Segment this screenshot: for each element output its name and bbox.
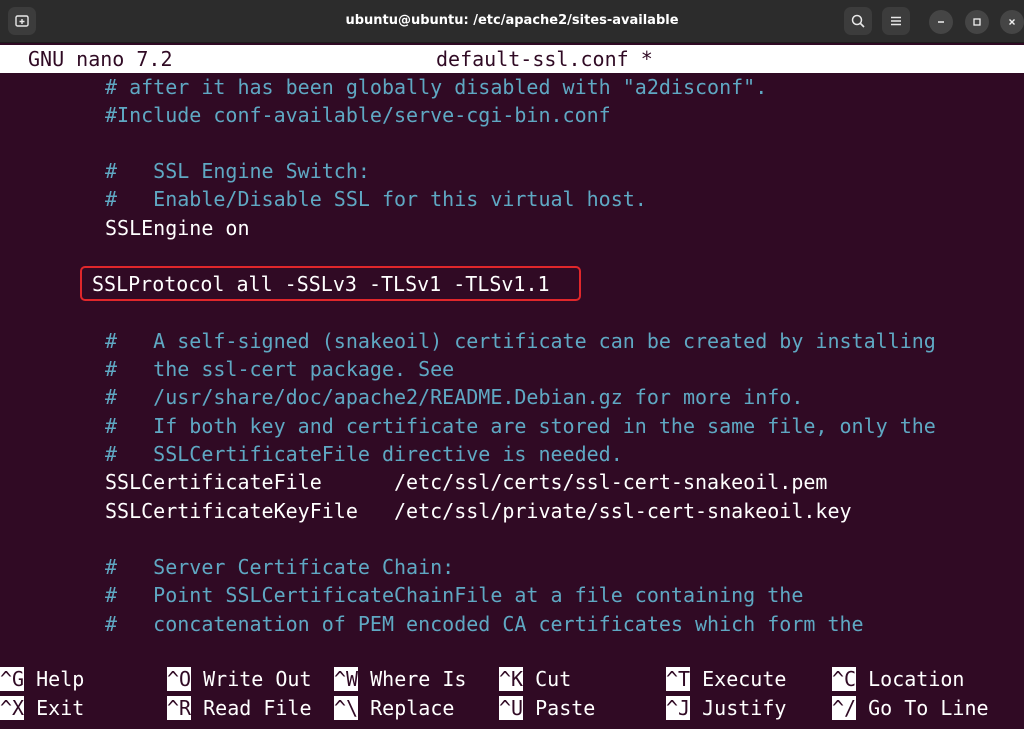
editor-line: # SSL Engine Switch: bbox=[105, 159, 370, 183]
editor-line: # A self-signed (snakeoil) certificate c… bbox=[105, 329, 936, 353]
shortcut-go-to-line[interactable]: ^/ Go To Line bbox=[832, 694, 989, 722]
terminal-window: ubuntu@ubuntu: /etc/apache2/sites-availa… bbox=[0, 0, 1024, 729]
shortcut-key: ^O bbox=[167, 667, 192, 691]
nano-version: GNU nano 7.2 bbox=[28, 47, 173, 71]
shortcut-label: Write Out bbox=[203, 667, 312, 691]
editor-line: # after it has been globally disabled wi… bbox=[105, 75, 768, 99]
shortcut-key: ^J bbox=[666, 696, 691, 720]
shortcut-location[interactable]: ^C Location bbox=[832, 665, 964, 693]
shortcut-label: Help bbox=[36, 667, 85, 691]
shortcut-replace[interactable]: ^\ Replace bbox=[334, 694, 454, 722]
minimize-button[interactable] bbox=[929, 10, 953, 34]
editor-line: # Enable/Disable SSL for this virtual ho… bbox=[105, 187, 647, 211]
shortcut-key: ^C bbox=[832, 667, 857, 691]
shortcut-key: ^K bbox=[499, 667, 524, 691]
nano-header-bar: GNU nano 7.2 default-ssl.conf * bbox=[0, 45, 1024, 73]
search-button[interactable] bbox=[844, 7, 872, 35]
shortcut-label: Go To Line bbox=[868, 696, 989, 720]
shortcut-exit[interactable]: ^X Exit bbox=[0, 694, 84, 722]
editor-line: # Point SSLCertificateChainFile at a fil… bbox=[105, 583, 804, 607]
minimize-icon bbox=[938, 21, 944, 23]
editor-line: # Server Certificate Chain: bbox=[105, 555, 455, 579]
editor-line: SSLCertificateKeyFile /etc/ssl/private/s… bbox=[105, 499, 852, 523]
close-button[interactable] bbox=[1000, 10, 1024, 34]
editor-area[interactable]: # after it has been globally disabled wi… bbox=[0, 73, 1024, 659]
shortcut-label: Location bbox=[868, 667, 965, 691]
shortcut-cut[interactable]: ^K Cut bbox=[499, 665, 571, 693]
shortcut-label: Exit bbox=[36, 696, 85, 720]
shortcut-label: Replace bbox=[370, 696, 455, 720]
shortcut-label: Execute bbox=[702, 667, 787, 691]
menu-button[interactable] bbox=[882, 7, 910, 35]
shortcut-label: Read File bbox=[203, 696, 312, 720]
shortcut-key: ^X bbox=[0, 696, 25, 720]
title-bar: ubuntu@ubuntu: /etc/apache2/sites-availa… bbox=[0, 0, 1024, 43]
shortcut-justify[interactable]: ^J Justify bbox=[666, 694, 786, 722]
editor-line: # the ssl-cert package. See bbox=[105, 357, 455, 381]
shortcut-execute[interactable]: ^T Execute bbox=[666, 665, 786, 693]
editor-line: # If both key and certificate are stored… bbox=[105, 414, 936, 438]
shortcut-label: Justify bbox=[702, 696, 787, 720]
editor-line-sslprotocol: SSLProtocol all -SSLv3 -TLSv1 -TLSv1.1 bbox=[92, 272, 550, 296]
editor-line: SSLCertificateFile /etc/ssl/certs/ssl-ce… bbox=[105, 470, 828, 494]
shortcut-label: Paste bbox=[535, 696, 596, 720]
shortcut-where-is[interactable]: ^W Where Is bbox=[334, 665, 466, 693]
shortcut-paste[interactable]: ^U Paste bbox=[499, 694, 595, 722]
shortcut-bar: ^G Help ^O Write Out ^W Where Is ^K Cut … bbox=[0, 665, 1024, 725]
shortcut-key: ^T bbox=[666, 667, 691, 691]
nano-filename: default-ssl.conf * bbox=[436, 47, 653, 71]
new-tab-button[interactable] bbox=[8, 7, 36, 35]
maximize-icon bbox=[973, 18, 981, 26]
editor-line: #Include conf-available/serve-cgi-bin.co… bbox=[105, 103, 611, 127]
maximize-button[interactable] bbox=[965, 10, 989, 34]
new-tab-icon bbox=[15, 15, 29, 27]
search-icon bbox=[851, 14, 865, 28]
shortcut-key: ^W bbox=[334, 667, 359, 691]
shortcut-read-file[interactable]: ^R Read File bbox=[167, 694, 312, 722]
shortcut-key: ^U bbox=[499, 696, 524, 720]
editor-line: # /usr/share/doc/apache2/README.Debian.g… bbox=[105, 385, 804, 409]
shortcut-key: ^\ bbox=[334, 696, 359, 720]
shortcut-key: ^R bbox=[167, 696, 192, 720]
close-icon bbox=[1009, 19, 1015, 25]
shortcut-label: Where Is bbox=[370, 667, 467, 691]
shortcut-label: Cut bbox=[535, 667, 572, 691]
shortcut-key: ^G bbox=[0, 667, 25, 691]
shortcut-write-out[interactable]: ^O Write Out bbox=[167, 665, 312, 693]
editor-line: # concatenation of PEM encoded CA certif… bbox=[105, 612, 864, 636]
hamburger-menu-icon bbox=[891, 16, 901, 26]
shortcut-key: ^/ bbox=[832, 696, 857, 720]
editor-line: SSLEngine on bbox=[105, 216, 250, 240]
shortcut-help[interactable]: ^G Help bbox=[0, 665, 84, 693]
editor-line: # SSLCertificateFile directive is needed… bbox=[105, 442, 623, 466]
